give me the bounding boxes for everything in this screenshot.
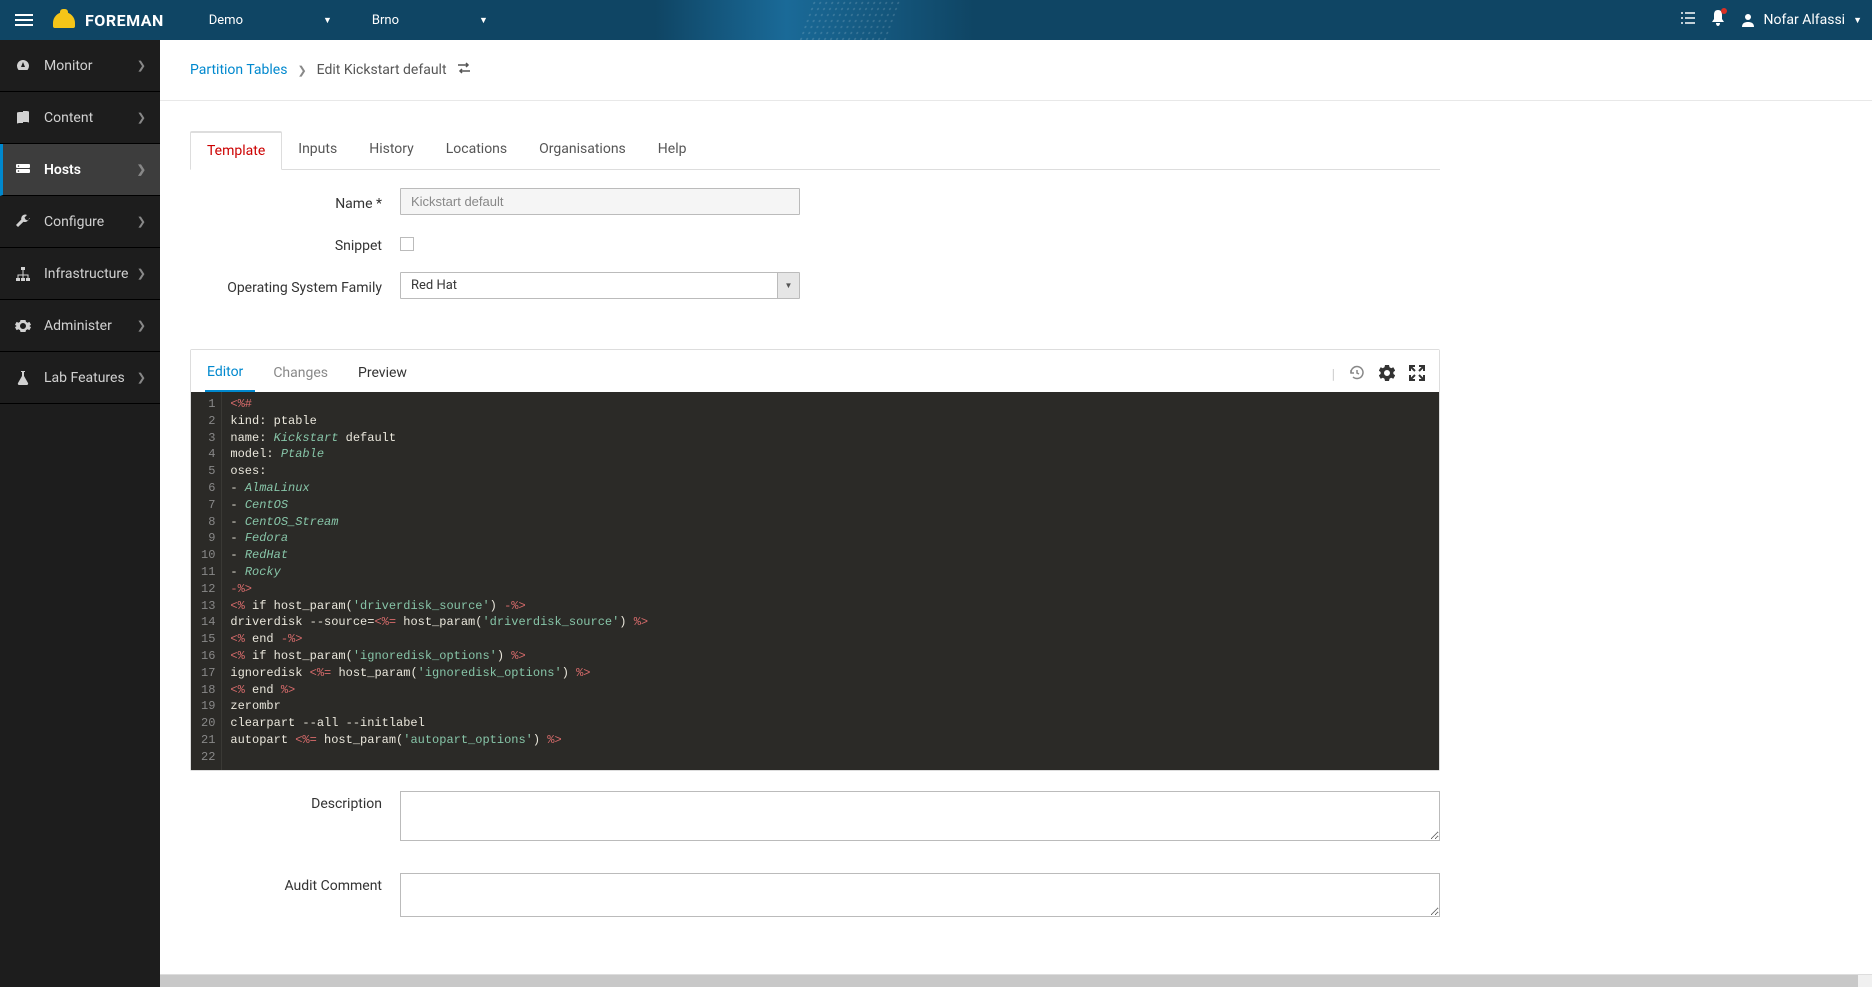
audit-comment-label: Audit Comment xyxy=(190,873,400,921)
user-name: Nofar Alfassi xyxy=(1764,12,1846,28)
tab-inputs[interactable]: Inputs xyxy=(282,131,353,169)
template-editor: Editor Changes Preview | 1234 xyxy=(190,349,1440,771)
location-value: Brno xyxy=(372,13,399,28)
wrench-icon xyxy=(14,214,32,230)
breadcrumb-current: Edit Kickstart default xyxy=(317,62,447,78)
header-decoration xyxy=(798,0,903,40)
book-icon xyxy=(14,110,32,126)
organization-value: Demo xyxy=(209,13,243,28)
main-content: Partition Tables ❯ Edit Kickstart defaul… xyxy=(160,40,1872,987)
notifications-button[interactable] xyxy=(1711,10,1725,30)
snippet-label: Snippet xyxy=(190,233,400,254)
editor-settings-button[interactable] xyxy=(1379,365,1395,385)
sidebar-item-infrastructure[interactable]: Infrastructure ❯ xyxy=(0,248,160,300)
user-menu-dropdown[interactable]: Nofar Alfassi ▼ xyxy=(1740,12,1862,28)
osfamily-select[interactable]: Red Hat ▼ xyxy=(400,272,800,299)
menu-toggle-button[interactable] xyxy=(10,6,38,34)
tab-help[interactable]: Help xyxy=(642,131,703,169)
expand-icon xyxy=(1409,365,1425,381)
chevron-right-icon: ❯ xyxy=(137,371,146,384)
sidebar-item-label: Lab Features xyxy=(44,370,125,386)
gear-icon xyxy=(1379,365,1395,381)
network-icon xyxy=(14,266,32,282)
sidebar-nav: Monitor❯Content❯Hosts❯Configure❯Infrastr… xyxy=(0,40,160,987)
editor-fullscreen-button[interactable] xyxy=(1409,365,1425,385)
chevron-right-icon: ❯ xyxy=(137,215,146,228)
sidebar-item-label: Monitor xyxy=(44,58,93,74)
audit-comment-textarea[interactable] xyxy=(400,873,1440,917)
caret-down-icon: ▼ xyxy=(777,273,799,298)
location-dropdown[interactable]: Brno ▼ xyxy=(357,3,503,38)
name-input[interactable] xyxy=(400,188,800,215)
sidebar-item-lab-features[interactable]: Lab Features ❯ xyxy=(0,352,160,404)
breadcrumb-parent-link[interactable]: Partition Tables xyxy=(190,62,287,78)
sidebar-item-label: Content xyxy=(44,110,93,126)
flask-icon xyxy=(14,370,32,386)
list-icon xyxy=(1680,11,1696,25)
editor-tab-preview[interactable]: Preview xyxy=(356,359,419,391)
swap-icon xyxy=(457,62,471,74)
chevron-right-icon: ❯ xyxy=(137,163,146,176)
breadcrumb-switch-button[interactable] xyxy=(457,62,471,78)
server-icon xyxy=(14,162,32,178)
sidebar-item-content[interactable]: Content ❯ xyxy=(0,92,160,144)
snippet-checkbox[interactable] xyxy=(400,237,414,251)
osfamily-value: Red Hat xyxy=(401,273,777,298)
sidebar-item-label: Configure xyxy=(44,214,104,230)
tab-template[interactable]: Template xyxy=(190,131,282,170)
sidebar-item-administer[interactable]: Administer ❯ xyxy=(0,300,160,352)
form-tabs: TemplateInputsHistoryLocationsOrganisati… xyxy=(190,131,1440,170)
sidebar-item-hosts[interactable]: Hosts ❯ xyxy=(0,144,160,196)
app-header: FOREMAN Demo ▼ Brno ▼ Nofar Alfassi ▼ xyxy=(0,0,1872,40)
name-label: Name * xyxy=(190,191,400,212)
chevron-right-icon: ❯ xyxy=(137,319,146,332)
code-editor[interactable]: 12345678910111213141516171819202122 <%# … xyxy=(191,392,1439,770)
description-label: Description xyxy=(190,791,400,845)
gear-icon xyxy=(14,318,32,334)
sidebar-item-label: Hosts xyxy=(44,162,81,178)
code-content: <%# kind: ptable name: Kickstart default… xyxy=(222,392,656,770)
caret-down-icon: ▼ xyxy=(1853,15,1862,26)
editor-history-button[interactable] xyxy=(1349,365,1365,385)
tab-organisations[interactable]: Organisations xyxy=(523,131,642,169)
sidebar-item-label: Infrastructure xyxy=(44,266,128,282)
chevron-right-icon: ❯ xyxy=(137,267,146,280)
horizontal-scrollbar[interactable] xyxy=(160,974,1872,987)
breadcrumb: Partition Tables ❯ Edit Kickstart defaul… xyxy=(160,40,1872,101)
hamburger-icon xyxy=(15,14,33,26)
tasks-button[interactable] xyxy=(1680,11,1696,29)
chevron-right-icon: ❯ xyxy=(137,111,146,124)
tab-locations[interactable]: Locations xyxy=(430,131,523,169)
helmet-icon xyxy=(53,12,75,28)
description-textarea[interactable] xyxy=(400,791,1440,841)
dashboard-icon xyxy=(14,58,32,74)
editor-toolbar: Editor Changes Preview | xyxy=(191,350,1439,392)
chevron-right-icon: ❯ xyxy=(137,59,146,72)
chevron-right-icon: ❯ xyxy=(297,64,306,77)
caret-down-icon: ▼ xyxy=(479,15,488,26)
notification-badge xyxy=(1721,8,1727,14)
brand-text: FOREMAN xyxy=(85,11,164,30)
history-icon xyxy=(1349,365,1365,381)
organization-dropdown[interactable]: Demo ▼ xyxy=(194,3,347,38)
sidebar-item-configure[interactable]: Configure ❯ xyxy=(0,196,160,248)
line-gutter: 12345678910111213141516171819202122 xyxy=(191,392,222,770)
editor-tab-editor[interactable]: Editor xyxy=(205,358,255,392)
sidebar-item-label: Administer xyxy=(44,318,112,334)
user-icon xyxy=(1740,12,1756,28)
osfamily-label: Operating System Family xyxy=(190,275,400,296)
caret-down-icon: ▼ xyxy=(323,15,332,26)
sidebar-item-monitor[interactable]: Monitor ❯ xyxy=(0,40,160,92)
brand-logo[interactable]: FOREMAN xyxy=(53,11,164,30)
tab-history[interactable]: History xyxy=(353,131,430,169)
scrollbar-thumb[interactable] xyxy=(160,975,1858,987)
editor-tab-changes[interactable]: Changes xyxy=(271,359,340,391)
